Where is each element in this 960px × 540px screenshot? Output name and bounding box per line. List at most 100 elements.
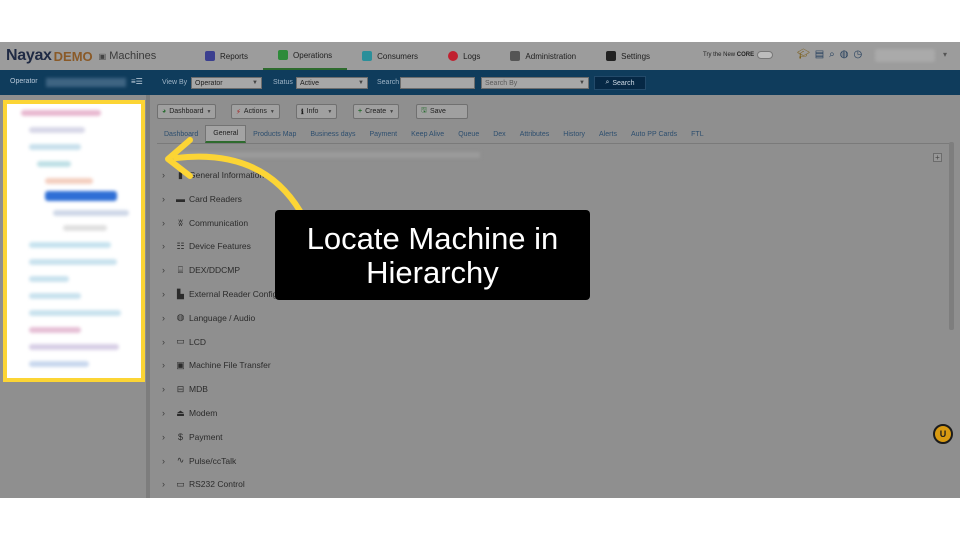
tab-products-map[interactable]: Products Map <box>246 125 303 143</box>
section-device-features[interactable]: › ☷ Device Features <box>162 238 251 254</box>
tree-node[interactable] <box>29 144 81 150</box>
operator-value[interactable] <box>46 78 126 87</box>
nav-tab-settings[interactable]: Settings <box>591 42 665 70</box>
chevron-down-icon[interactable]: ▾ <box>943 50 947 59</box>
chevron-right-icon[interactable]: › <box>162 408 174 418</box>
hierarchy-scrollbar[interactable] <box>146 95 150 498</box>
tree-node[interactable] <box>29 344 119 350</box>
tree-node[interactable] <box>53 210 129 216</box>
chevron-right-icon[interactable]: › <box>162 218 174 228</box>
nav-tab-label: Settings <box>621 51 651 61</box>
toggle-switch[interactable] <box>757 51 774 59</box>
chevron-right-icon[interactable]: › <box>162 456 174 466</box>
tab-ftl[interactable]: FTL <box>684 125 710 143</box>
hierarchy-tree-highlight[interactable] <box>3 100 145 382</box>
tab-dex[interactable]: Dex <box>486 125 512 143</box>
content-scrollbar[interactable] <box>949 142 954 330</box>
nav-tab-consumers[interactable]: Consumers <box>347 42 433 70</box>
section-dex-ddcmp[interactable]: › ⌸ DEX/DDCMP <box>162 262 240 278</box>
callout-line-2: Hierarchy <box>366 255 499 290</box>
chevron-right-icon[interactable]: › <box>162 384 174 394</box>
search-input[interactable] <box>400 77 475 89</box>
tab-keep-alive[interactable]: Keep Alive <box>404 125 451 143</box>
chevron-right-icon[interactable]: › <box>162 265 174 275</box>
academy-badge[interactable]: U <box>933 424 953 444</box>
section-mdb[interactable]: › ⊟ MDB <box>162 381 208 397</box>
nav-tab-operations[interactable]: Operations <box>263 42 348 70</box>
tree-node[interactable] <box>63 225 107 231</box>
chevron-right-icon[interactable]: › <box>162 241 174 251</box>
section-machine-file-transfer[interactable]: › ▣ Machine File Transfer <box>162 357 271 373</box>
mdb-icon: ⊟ <box>176 383 185 394</box>
dashboard-button[interactable]: ◕ Dashboard ▼ <box>157 104 217 119</box>
chevron-right-icon[interactable]: › <box>162 337 174 347</box>
section-rs232-control[interactable]: › ▭ RS232 Control <box>162 476 245 492</box>
section-communication[interactable]: › ʬ Communication <box>162 215 248 231</box>
info-button[interactable]: ℹ Info ▼ <box>296 104 338 119</box>
chevron-right-icon[interactable]: › <box>162 194 174 204</box>
section-modem[interactable]: › ⏏ Modem <box>162 405 217 421</box>
chevron-right-icon[interactable]: › <box>162 360 174 370</box>
tab-alerts[interactable]: Alerts <box>592 125 624 143</box>
user-menu[interactable] <box>875 49 935 62</box>
nav-tab-administration[interactable]: Administration <box>495 42 591 70</box>
save-button[interactable]: 🖫 Save <box>416 104 468 119</box>
tree-node[interactable] <box>29 127 85 133</box>
view-by-value: Operator <box>195 79 223 87</box>
tab-history[interactable]: History <box>556 125 592 143</box>
search-by-select[interactable]: Search By ▼ <box>481 77 589 89</box>
store-icon[interactable]: ▤ <box>815 49 824 60</box>
clock-icon[interactable]: ◷ <box>854 49 863 60</box>
tab-payment[interactable]: Payment <box>362 125 404 143</box>
search-label: Search <box>377 79 400 86</box>
list-icon[interactable]: ≡☰ <box>131 77 143 86</box>
section-lcd[interactable]: › ▭ LCD <box>162 334 206 350</box>
section-card-readers[interactable]: › ▬ Card Readers <box>162 191 242 207</box>
tree-node[interactable] <box>37 161 71 167</box>
search-icon[interactable]: ⌕ <box>829 49 835 60</box>
chevron-right-icon[interactable]: › <box>162 170 174 180</box>
globe-icon[interactable]: ◍ <box>840 49 849 60</box>
external-reader-icon: ▙ <box>177 288 184 299</box>
tab-dashboard[interactable]: Dashboard <box>157 125 205 143</box>
tree-node-selected[interactable] <box>45 191 117 201</box>
section-payment[interactable]: › $ Payment <box>162 429 223 445</box>
chevron-right-icon[interactable]: › <box>162 289 174 299</box>
try-core-toggle[interactable]: Try the New CORE <box>703 51 774 59</box>
academy-icon[interactable]: 🎓︎ <box>797 49 810 60</box>
view-by-select[interactable]: Operator ▼ <box>191 77 262 89</box>
tree-node[interactable] <box>29 327 81 333</box>
section-general-information[interactable]: › ▮ General Information <box>162 167 264 183</box>
tab-queue[interactable]: Queue <box>451 125 486 143</box>
tab-business-days[interactable]: Business days <box>303 125 362 143</box>
tree-node[interactable] <box>29 293 81 299</box>
tree-node[interactable] <box>21 110 101 116</box>
brand[interactable]: Nayax DEMO Machines <box>0 47 190 65</box>
nav-tab-label: Consumers <box>377 51 419 61</box>
nav-tab-logs[interactable]: Logs <box>433 42 495 70</box>
nav-tab-reports[interactable]: Reports <box>190 42 263 70</box>
tree-node[interactable] <box>29 242 111 248</box>
tree-node[interactable] <box>45 178 93 184</box>
tab-attributes[interactable]: Attributes <box>513 125 557 143</box>
tree-node[interactable] <box>29 276 69 282</box>
search-button[interactable]: ⌕ Search <box>594 76 646 90</box>
chevron-right-icon[interactable]: › <box>162 479 174 489</box>
actions-button[interactable]: ⚡︎ Actions ▼ <box>231 104 280 119</box>
settings-icon <box>606 51 617 61</box>
tree-node[interactable] <box>29 361 89 367</box>
chevron-right-icon[interactable]: › <box>162 313 174 323</box>
pulse-icon: ∿ <box>176 455 185 466</box>
section-label: Modem <box>189 408 218 418</box>
section-language-audio[interactable]: › ◍ Language / Audio <box>162 310 255 326</box>
tree-node[interactable] <box>29 310 121 316</box>
expand-all-button[interactable]: + <box>933 153 942 162</box>
section-pulse-cctalk[interactable]: › ∿ Pulse/ccTalk <box>162 453 236 469</box>
tab-auto-pp-cards[interactable]: Auto PP Cards <box>624 125 684 143</box>
status-select[interactable]: Active ▼ <box>296 77 368 89</box>
tab-general[interactable]: General <box>205 125 247 143</box>
chevron-right-icon[interactable]: › <box>162 432 174 442</box>
create-button[interactable]: + Create ▼ <box>353 104 400 119</box>
section-label: RS232 Control <box>189 479 245 490</box>
tree-node[interactable] <box>29 259 117 265</box>
